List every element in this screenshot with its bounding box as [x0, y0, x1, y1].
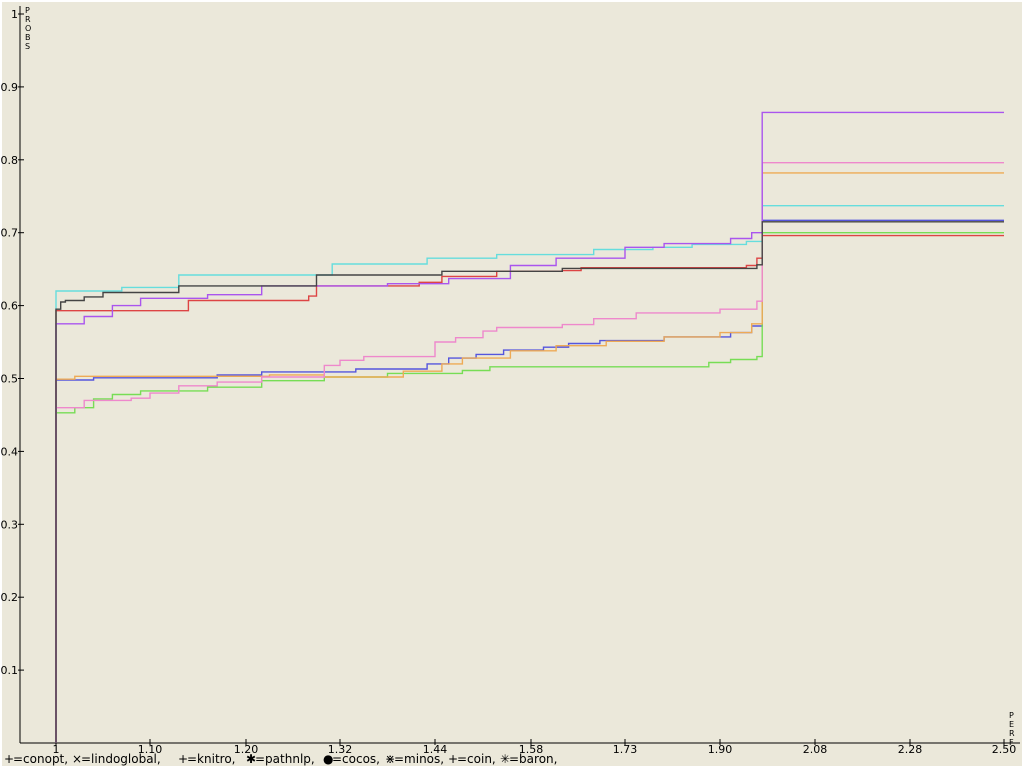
legend-layer: +=conopt, ×=lindoglobal, +=knitro, ✱=pathnl… — [4, 752, 557, 766]
x-tick-label: 2.28 — [898, 743, 923, 756]
y-tick-label: 0.8 — [1, 154, 19, 167]
x-tick-label: 1.90 — [708, 743, 733, 756]
y-tick-label: 0.1 — [1, 664, 19, 677]
chart-background — [0, 0, 1024, 768]
y-tick-label: 0.4 — [1, 445, 19, 458]
y-tick-label: 1 — [11, 8, 18, 21]
y-tick-label: 0.6 — [1, 300, 19, 313]
legend-label-minos: =minos, — [394, 752, 444, 766]
legend-label-cocos: =cocos, — [332, 752, 380, 766]
x-tick-label: 2.08 — [803, 743, 828, 756]
legend-label-knitro: =knitro, — [187, 752, 235, 766]
y-tick-label: 0.9 — [1, 81, 19, 94]
performance-profile-chart: 0.10.20.30.40.50.60.70.80.911 1.10 1.20 1.3… — [0, 0, 1024, 768]
y-tick-label: 0.7 — [1, 227, 19, 240]
x-tick-label: 1.73 — [613, 743, 638, 756]
legend-label-baron: =baron, — [509, 752, 557, 766]
legend-label-pathnlp: =pathnlp, — [255, 752, 315, 766]
y-tick-label: 0.3 — [1, 518, 19, 531]
y-tick-label: 0.2 — [1, 591, 19, 604]
legend-label-lindoglobal: =lindoglobal, — [81, 752, 161, 766]
legend-label-coin: =coin, — [457, 752, 496, 766]
y-tick-label: 0.5 — [1, 373, 19, 386]
legend-label-conopt: =conopt, — [13, 752, 68, 766]
